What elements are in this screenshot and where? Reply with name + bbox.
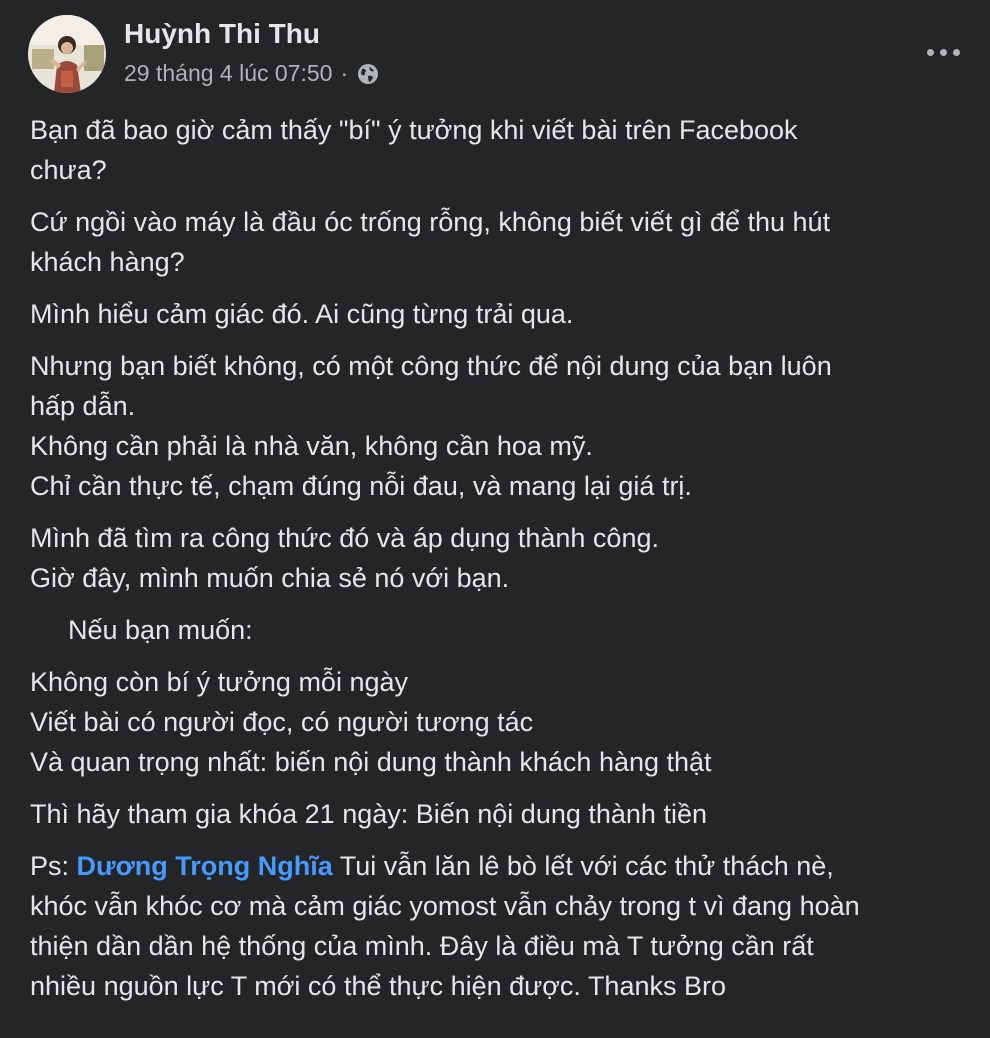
text-line: Bạn đã bao giờ cảm thấy "bí" ý tưởng khi… [30,115,798,145]
post-meta: 29 tháng 4 lúc 07:50 · [124,60,380,87]
mention-link[interactable]: Dương Trọng Nghĩa [77,851,333,881]
author-avatar[interactable] [28,15,106,93]
more-dot [926,48,934,56]
text-line: Mình đã tìm ra công thức đó và áp dụng t… [30,523,659,553]
text-line: nhiều nguồn lực T mới có thể thực hiện đ… [30,971,727,1001]
post-timestamp[interactable]: 29 tháng 4 lúc 07:50 [124,60,332,87]
post-body: Bạn đã bao giờ cảm thấy "bí" ý tưởng khi… [30,110,975,1006]
text-line: hấp dẫn. [30,391,136,421]
paragraph-7: Không còn bí ý tưởng mỗi ngày Viết bài c… [30,662,975,782]
meta-separator: · [340,60,349,86]
text-line: Viết bài có người đọc, có người tương tá… [30,707,534,737]
ps-paragraph: Ps: Dương Trọng Nghĩa Tui vẫn lăn lê bò … [30,846,975,1006]
more-options-button[interactable] [918,32,968,72]
text-line: Và quan trọng nhất: biến nội dung thành … [30,747,712,777]
text-line: chưa? [30,155,107,185]
text-line: Không cần phải là nhà văn, không cần hoa… [30,431,593,461]
text-line: khách hàng? [30,247,185,277]
ps-text: Tui vẫn lăn lê bò lết với các thử thách … [332,851,834,881]
paragraph-4: Nhưng bạn biết không, có một công thức đ… [30,346,975,506]
text-line: thiện dần dần hệ thống của mình. Đây là … [30,931,814,961]
paragraph-6: Nếu bạn muốn: [30,610,975,650]
more-dot [939,48,947,56]
text-line: Giờ đây, mình muốn chia sẻ nó với bạn. [30,563,510,593]
author-name[interactable]: Huỳnh Thi Thu [124,18,320,50]
text-line: Cứ ngồi vào máy là đầu óc trống rỗng, kh… [30,207,831,237]
text-line: Nhưng bạn biết không, có một công thức đ… [30,351,832,381]
more-dot [952,48,960,56]
paragraph-5: Mình đã tìm ra công thức đó và áp dụng t… [30,518,975,598]
avatar-photo [28,15,106,93]
globe-icon[interactable] [356,62,380,86]
text-line: Mình hiểu cảm giác đó. Ai cũng từng trải… [30,299,574,329]
paragraph-1: Bạn đã bao giờ cảm thấy "bí" ý tưởng khi… [30,110,975,190]
paragraph-2: Cứ ngồi vào máy là đầu óc trống rỗng, kh… [30,202,975,282]
text-line: Ps: Dương Trọng Nghĩa Tui vẫn lăn lê bò … [30,846,975,886]
text-line: Chỉ cần thực tế, chạm đúng nỗi đau, và m… [30,471,692,501]
text-line: Không còn bí ý tưởng mỗi ngày [30,667,408,697]
text-line: Nếu bạn muốn: [68,615,253,645]
paragraph-3: Mình hiểu cảm giác đó. Ai cũng từng trải… [30,294,975,334]
paragraph-8: Thì hãy tham gia khóa 21 ngày: Biến nội … [30,794,975,834]
ps-prefix: Ps: [30,851,77,881]
text-line: Thì hãy tham gia khóa 21 ngày: Biến nội … [30,799,707,829]
facebook-post: Huỳnh Thi Thu 29 tháng 4 lúc 07:50 · Bạn… [0,0,990,1038]
text-line: khóc vẫn khóc cơ mà cảm giác yomost vẫn … [30,891,860,921]
